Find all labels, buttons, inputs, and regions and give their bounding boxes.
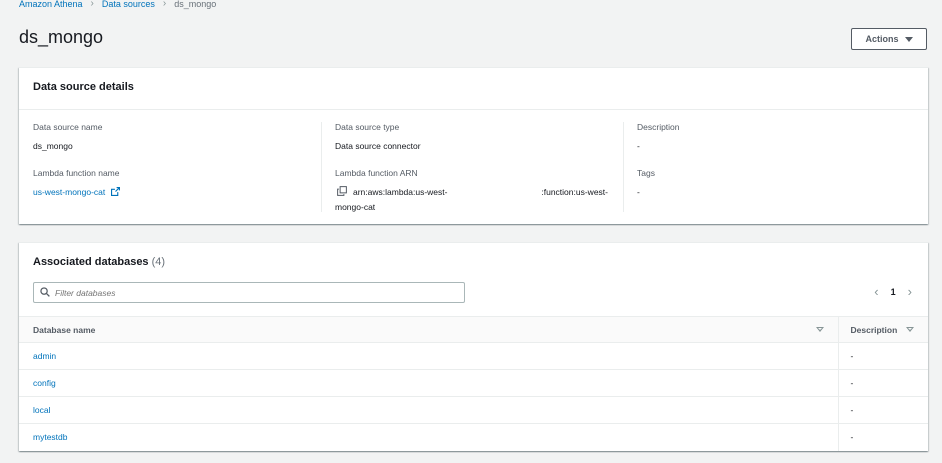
breadcrumb: Amazon Athena › Data sources › ds_mongo xyxy=(19,0,216,9)
table-row: mytestdb - xyxy=(19,423,928,451)
associated-databases-panel: Associated databases (4) ‹ 1 › Database … xyxy=(19,242,928,451)
actions-label: Actions xyxy=(865,34,899,44)
lambda-name-label: Lambda function name xyxy=(33,168,120,178)
description-value: - xyxy=(637,141,640,151)
chevron-right-icon: › xyxy=(162,0,167,9)
caret-down-icon xyxy=(904,36,913,42)
source-name-value: ds_mongo xyxy=(33,141,73,151)
filter-box[interactable] xyxy=(33,282,465,303)
arn-part-1: arn:aws:lambda:us-west- xyxy=(353,187,448,197)
database-description: - xyxy=(837,396,928,424)
database-description: - xyxy=(837,342,928,370)
search-icon xyxy=(40,286,50,299)
details-column-2: Data source type Data source connector L… xyxy=(322,122,624,212)
column-header-description[interactable]: Description xyxy=(837,316,928,343)
external-link-icon[interactable] xyxy=(110,186,120,196)
description-label: Description xyxy=(637,122,680,132)
actions-button[interactable]: Actions xyxy=(851,28,927,50)
pagination: ‹ 1 › xyxy=(874,285,912,298)
source-type-value: Data source connector xyxy=(335,141,421,151)
page-number[interactable]: 1 xyxy=(891,287,896,297)
panel-header: Data source details xyxy=(19,68,928,110)
column-header-database-name[interactable]: Database name xyxy=(19,316,838,343)
databases-table: Database name Description admin - config xyxy=(19,316,928,451)
details-column-3: Description - Tags - xyxy=(624,122,694,214)
source-type-label: Data source type xyxy=(335,122,400,132)
database-link-admin[interactable]: admin xyxy=(33,351,56,361)
breadcrumb-amazon-athena[interactable]: Amazon Athena xyxy=(19,0,83,9)
lambda-function-link[interactable]: us-west-mongo-cat xyxy=(33,187,105,197)
associated-databases-count: (4) xyxy=(151,256,166,268)
filter-databases-input[interactable] xyxy=(55,287,455,298)
table-row: local - xyxy=(19,396,928,424)
arn-part-2: :function:us-west- xyxy=(541,187,608,197)
table-row: admin - xyxy=(19,342,928,370)
data-source-details-panel: Data source details Data source name ds_… xyxy=(19,67,928,224)
sort-down-icon[interactable] xyxy=(906,327,914,332)
source-name-label: Data source name xyxy=(33,122,103,132)
tags-label: Tags xyxy=(637,168,655,178)
database-description: - xyxy=(837,423,928,451)
database-link-config[interactable]: config xyxy=(33,378,56,388)
table-row: config - xyxy=(19,369,928,397)
associated-databases-title: Associated databases xyxy=(33,256,149,268)
database-link-mytestdb[interactable]: mytestdb xyxy=(33,432,68,442)
arn-part-3: mongo-cat xyxy=(335,202,376,212)
chevron-right-icon: › xyxy=(90,0,94,9)
page-title: ds_mongo xyxy=(19,27,104,47)
chevron-right-icon[interactable]: › xyxy=(908,285,912,298)
details-column-1: Data source name ds_mongo Lambda functio… xyxy=(19,122,322,212)
tags-value: - xyxy=(637,187,640,197)
database-description: - xyxy=(837,369,928,397)
column-header-label: Database name xyxy=(33,324,96,335)
associated-databases-heading: Associated databases (4) xyxy=(33,256,914,268)
sort-down-icon[interactable] xyxy=(815,327,824,332)
breadcrumb-current: ds_mongo xyxy=(174,0,217,9)
lambda-arn-value: arn:aws:lambda:us-west- :function:us-wes… xyxy=(335,185,609,215)
chevron-left-icon[interactable]: ‹ xyxy=(874,285,878,298)
breadcrumb-data-sources[interactable]: Data sources xyxy=(102,0,155,9)
database-link-local[interactable]: local xyxy=(33,405,50,415)
copy-icon[interactable] xyxy=(337,186,347,196)
lambda-arn-label: Lambda function ARN xyxy=(335,168,418,178)
column-header-label: Description xyxy=(850,324,898,335)
